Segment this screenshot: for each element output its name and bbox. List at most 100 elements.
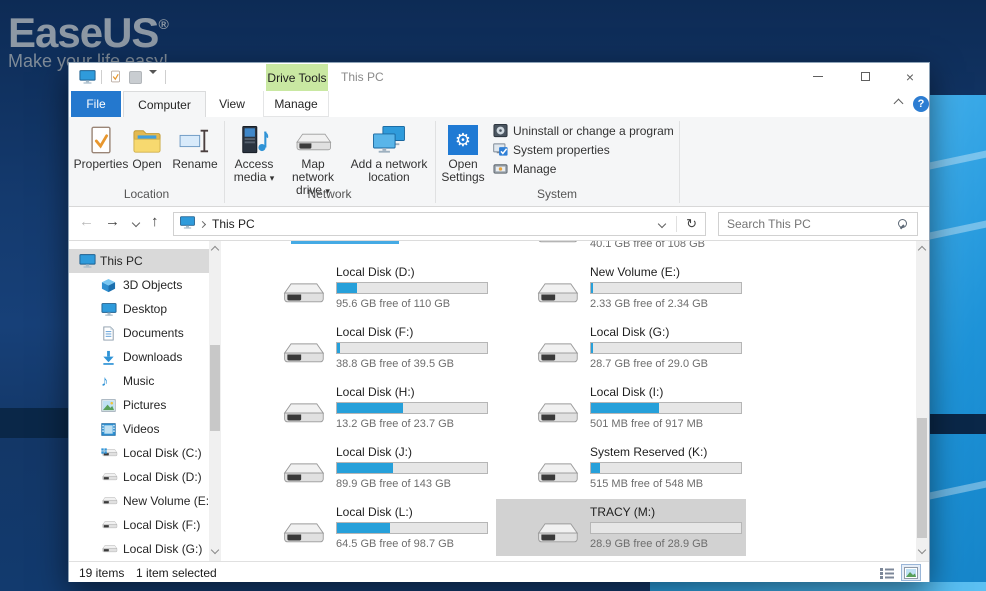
details-view-button[interactable] — [877, 564, 897, 581]
minimize-button[interactable] — [802, 63, 834, 90]
close-button[interactable]: × — [894, 63, 926, 90]
network-monitors-icon — [372, 121, 406, 155]
capacity-bar-fill — [337, 403, 403, 413]
sidebar-item-videos[interactable]: Videos — [69, 417, 209, 441]
capacity-bar — [590, 522, 742, 534]
sidebar-item-local-disk-g[interactable]: Local Disk (G:) — [69, 537, 209, 561]
videos-icon — [101, 421, 118, 438]
uninstall-program-button[interactable]: Uninstall or change a program — [493, 123, 674, 138]
scrollbar-thumb[interactable] — [917, 418, 927, 538]
up-button[interactable]: ↑ — [151, 213, 159, 230]
capacity-bar — [336, 462, 488, 474]
drive-tile-k[interactable]: System Reserved (K:) 515 MB free of 548 … — [496, 439, 746, 496]
tab-file[interactable]: File — [71, 91, 121, 117]
drive-icon — [280, 401, 328, 428]
breadcrumb-chevron-icon[interactable] — [199, 220, 206, 227]
open-button[interactable]: Open — [127, 121, 167, 171]
drive-tile-j[interactable]: Local Disk (J:) 89.9 GB free of 143 GB — [242, 439, 492, 496]
status-bar: 19 items 1 item selected — [69, 561, 929, 582]
maximize-icon — [861, 72, 870, 81]
drive-icon — [101, 541, 118, 558]
drive-tile-l[interactable]: Local Disk (L:) 64.5 GB free of 98.7 GB — [242, 499, 492, 556]
search-icon[interactable] — [895, 219, 907, 231]
qat-customize-dropdown-icon[interactable] — [149, 74, 158, 88]
thumbnail-view-button[interactable] — [901, 564, 921, 581]
collapse-ribbon-icon[interactable] — [894, 99, 904, 109]
maximize-button[interactable] — [849, 63, 881, 90]
wallpaper-beam — [928, 95, 986, 591]
rename-button[interactable]: Rename — [169, 121, 221, 171]
forward-button[interactable]: → — [105, 213, 120, 230]
sidebar-item-downloads[interactable]: Downloads — [69, 345, 209, 369]
sidebar-item-new-volume-e[interactable]: New Volume (E:) — [69, 489, 209, 513]
properties-button[interactable]: Properties — [77, 121, 125, 171]
manage-button[interactable]: Manage — [493, 161, 556, 176]
group-label-network: Network — [224, 187, 435, 201]
sidebar-item-3d-objects[interactable]: 3D Objects — [69, 273, 209, 297]
access-media-button[interactable]: Access media ▾ — [227, 121, 281, 185]
drive-tile-m-selected[interactable]: TRACY (M:) 28.9 GB free of 28.9 GB — [496, 499, 746, 556]
file-explorer-window: Drive Tools This PC × File Computer View… — [68, 62, 930, 582]
capacity-bar-fill — [591, 403, 659, 413]
tab-manage[interactable]: Manage — [263, 91, 329, 117]
sidebar-item-local-disk-d[interactable]: Local Disk (D:) — [69, 465, 209, 489]
qat-separator — [101, 70, 102, 84]
scroll-up-icon[interactable] — [211, 246, 219, 254]
scrollbar-thumb[interactable] — [210, 345, 220, 431]
main-scrollbar[interactable] — [916, 241, 929, 561]
drive-tile-e[interactable]: New Volume (E:) 2.33 GB free of 2.34 GB — [496, 259, 746, 316]
sidebar-scrollbar[interactable] — [209, 241, 221, 561]
group-label-system: System — [435, 187, 679, 201]
title-bar: Drive Tools This PC × — [69, 63, 929, 91]
capacity-bar-fill — [337, 283, 357, 293]
window-title: This PC — [341, 70, 384, 84]
capacity-bar — [590, 342, 742, 354]
add-network-location-button[interactable]: Add a network location — [345, 121, 433, 184]
sidebar-item-local-disk-f[interactable]: Local Disk (F:) — [69, 513, 209, 537]
qat-new-folder-icon[interactable] — [129, 71, 142, 84]
drive-icon — [534, 241, 582, 248]
drive-tile-f[interactable]: Local Disk (F:) 38.8 GB free of 39.5 GB — [242, 319, 492, 376]
scroll-up-icon[interactable] — [918, 246, 926, 254]
network-drive-icon — [293, 121, 333, 155]
breadcrumb-path[interactable]: This PC — [212, 217, 255, 231]
drive-tools-contextual-tab[interactable]: Drive Tools — [266, 64, 328, 91]
sidebar-item-documents[interactable]: Documents — [69, 321, 209, 345]
open-settings-button[interactable]: ⚙ Open Settings — [439, 121, 487, 184]
drive-tile-g[interactable]: Local Disk (G:) 28.7 GB free of 29.0 GB — [496, 319, 746, 376]
drive-tile-i[interactable]: Local Disk (I:) 501 MB free of 917 MB — [496, 379, 746, 436]
sidebar-item-desktop[interactable]: Desktop — [69, 297, 209, 321]
sidebar-item-music[interactable]: ♪ Music — [69, 369, 209, 393]
scroll-down-icon[interactable] — [918, 546, 926, 554]
drive-tile-h[interactable]: Local Disk (H:) 13.2 GB free of 23.7 GB — [242, 379, 492, 436]
address-bar[interactable]: This PC ↻ — [173, 212, 706, 236]
wallpaper-streak — [920, 146, 986, 172]
system-properties-button[interactable]: System properties — [493, 142, 610, 157]
program-icon — [493, 123, 508, 138]
downloads-icon — [101, 349, 118, 366]
search-input[interactable] — [727, 215, 887, 233]
capacity-bar — [336, 282, 488, 294]
tab-computer[interactable]: Computer — [123, 91, 206, 117]
refresh-icon[interactable]: ↻ — [686, 216, 697, 232]
capacity-bar — [336, 342, 488, 354]
drive-tile-partial[interactable]: 40.1 GB free of 108 GB — [496, 241, 746, 256]
tab-view[interactable]: View — [208, 91, 256, 117]
drive-icon — [534, 281, 582, 308]
drive-tile-d[interactable]: Local Disk (D:) 95.6 GB free of 110 GB — [242, 259, 492, 316]
capacity-bar-fill — [591, 283, 593, 293]
scroll-down-icon[interactable] — [211, 546, 219, 554]
items-count: 19 items — [79, 566, 124, 580]
drive-icon — [534, 521, 582, 548]
address-dropdown-icon[interactable] — [658, 220, 666, 228]
sidebar-item-pictures[interactable]: Pictures — [69, 393, 209, 417]
open-folder-icon — [132, 121, 162, 155]
sidebar-item-local-disk-c[interactable]: Local Disk (C:) — [69, 441, 209, 465]
help-button[interactable]: ? — [913, 96, 929, 112]
sidebar-item-this-pc[interactable]: This PC — [69, 249, 209, 273]
recent-locations-dropdown-icon[interactable] — [132, 219, 140, 227]
desktop-icon — [101, 301, 118, 318]
address-location-icon — [180, 216, 195, 232]
qat-properties-icon[interactable] — [109, 69, 122, 87]
back-button[interactable]: ← — [79, 213, 94, 230]
